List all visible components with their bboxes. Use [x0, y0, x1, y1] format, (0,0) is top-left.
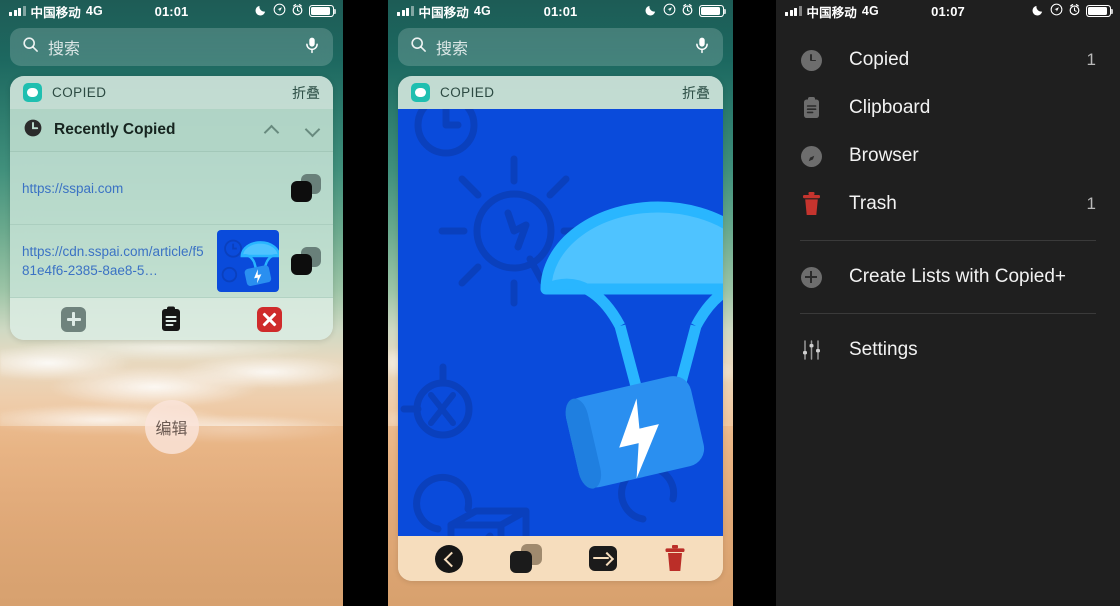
status-bar-right	[645, 3, 727, 19]
widget-footer	[10, 298, 333, 340]
clipboard-item-thumbnail	[217, 230, 279, 292]
menu-item-label: Browser	[849, 145, 919, 166]
status-bar-right	[255, 3, 337, 19]
trash-icon[interactable]	[664, 545, 686, 572]
microphone-icon[interactable]	[693, 36, 711, 59]
clock-icon	[23, 118, 43, 143]
recently-copied-header: Recently Copied	[10, 109, 333, 152]
widget-header: COPIED 折叠	[398, 76, 723, 109]
copy-icon[interactable]	[291, 174, 321, 202]
widget-collapse-button[interactable]: 折叠	[682, 83, 710, 103]
location-icon	[273, 3, 286, 19]
menu-item-label: Settings	[849, 339, 918, 360]
carrier-label: 中国移动	[418, 5, 469, 20]
network-label: 4G	[861, 4, 879, 18]
clipboard-item-url: https://cdn.sspai.com/article/f581e4f6-2…	[22, 244, 204, 278]
menu-divider	[800, 240, 1096, 241]
search-icon	[410, 36, 427, 58]
table-row[interactable]: https://cdn.sspai.com/article/f581e4f6-2…	[10, 225, 333, 298]
preview-toolbar	[398, 536, 723, 581]
clipboard-icon[interactable]	[160, 306, 182, 332]
status-bar: 中国移动 4G 01:01	[0, 0, 343, 22]
widget-size-controls	[264, 123, 320, 138]
widget-collapse-button[interactable]: 折叠	[292, 83, 320, 103]
menu-item-settings[interactable]: Settings	[776, 326, 1120, 374]
search-input[interactable]: 搜索	[10, 28, 333, 66]
close-icon[interactable]	[256, 306, 282, 332]
search-icon	[22, 36, 39, 58]
copied-widget: COPIED 折叠 Recently Copied https://sspai.…	[10, 76, 333, 340]
microphone-icon[interactable]	[303, 36, 321, 59]
copied-widget: COPIED 折叠	[398, 76, 723, 581]
menu-item-label: Create Lists with Copied+	[849, 266, 1067, 287]
search-placeholder: 搜索	[436, 41, 469, 58]
arrow-into-box-icon[interactable]	[588, 546, 617, 571]
widget-header: COPIED 折叠	[10, 76, 333, 109]
carrier-label: 中国移动	[806, 5, 857, 20]
menu-item-copied[interactable]: Copied 1	[776, 36, 1120, 84]
sliders-icon	[800, 338, 822, 362]
status-bar-left: 中国移动 4G	[785, 2, 879, 21]
status-bar: 中国移动 4G 01:01	[388, 0, 733, 22]
location-icon	[1050, 3, 1063, 19]
menu-item-label: Copied	[849, 49, 910, 70]
search-placeholder: 搜索	[48, 41, 81, 58]
menu-item-browser[interactable]: Browser	[776, 132, 1120, 180]
widget-app-name: COPIED	[52, 85, 107, 100]
menu-item-label: Trash	[849, 193, 897, 214]
moon-icon	[255, 3, 268, 19]
panel-home-screen-widget: 中国移动 4G 01:01 搜索 COPIED 折叠 Recently Copi…	[0, 0, 343, 606]
menu-item-count: 1	[1086, 194, 1096, 213]
signal-icon	[785, 6, 802, 16]
status-bar-left: 中国移动 4G	[9, 2, 103, 21]
status-bar: 中国移动 4G 01:07	[776, 0, 1120, 22]
signal-icon	[9, 6, 26, 16]
alarm-icon	[291, 3, 304, 19]
edit-button[interactable]: 编辑	[144, 400, 199, 454]
table-row[interactable]: https://sspai.com	[10, 152, 333, 225]
battery-icon	[309, 5, 337, 17]
battery-icon	[699, 5, 727, 17]
chevron-up-icon[interactable]	[264, 123, 279, 138]
clipboard-icon	[800, 96, 822, 120]
panel-copied-app-menu: 中国移动 4G 01:07 Copied 1 Clipboard Browser…	[776, 0, 1120, 606]
menu-item-trash[interactable]: Trash 1	[776, 180, 1120, 228]
clock-icon	[800, 48, 822, 72]
copied-app-icon	[411, 83, 430, 102]
copy-icon[interactable]	[510, 544, 543, 573]
chevron-left-icon[interactable]	[435, 544, 464, 573]
battery-icon	[1086, 5, 1114, 17]
main-menu: Copied 1 Clipboard Browser Trash 1 Creat…	[776, 22, 1120, 374]
menu-item-create-lists[interactable]: Create Lists with Copied+	[776, 253, 1120, 301]
alarm-icon	[1068, 3, 1081, 19]
menu-divider	[800, 313, 1096, 314]
moon-icon	[645, 3, 658, 19]
parachute-illustration	[398, 109, 723, 536]
search-input[interactable]: 搜索	[398, 28, 723, 66]
copied-app-icon	[23, 83, 42, 102]
signal-icon	[397, 6, 414, 16]
plus-icon[interactable]	[61, 306, 87, 332]
moon-icon	[1032, 3, 1045, 19]
menu-item-label: Clipboard	[849, 97, 931, 118]
widget-app-name: COPIED	[440, 85, 495, 100]
status-bar-right	[1032, 3, 1114, 19]
compass-icon	[800, 144, 822, 168]
network-label: 4G	[85, 4, 103, 18]
chevron-down-icon[interactable]	[305, 123, 320, 138]
carrier-label: 中国移动	[30, 5, 81, 20]
trash-icon	[800, 192, 822, 216]
menu-item-clipboard[interactable]: Clipboard	[776, 84, 1120, 132]
panel-image-preview-widget: 中国移动 4G 01:01 搜索 COPIED 折叠	[388, 0, 733, 606]
clipboard-item-url: https://sspai.com	[22, 180, 124, 196]
menu-item-count: 1	[1086, 50, 1096, 69]
plus-circle-icon	[800, 265, 822, 289]
location-icon	[663, 3, 676, 19]
screenshot-stage: 中国移动 4G 01:01 搜索 COPIED 折叠 Recently Copi…	[0, 0, 1120, 606]
alarm-icon	[681, 3, 694, 19]
copy-icon[interactable]	[291, 247, 321, 275]
status-bar-left: 中国移动 4G	[397, 2, 491, 21]
recently-copied-title: Recently Copied	[54, 121, 176, 138]
network-label: 4G	[473, 4, 491, 18]
